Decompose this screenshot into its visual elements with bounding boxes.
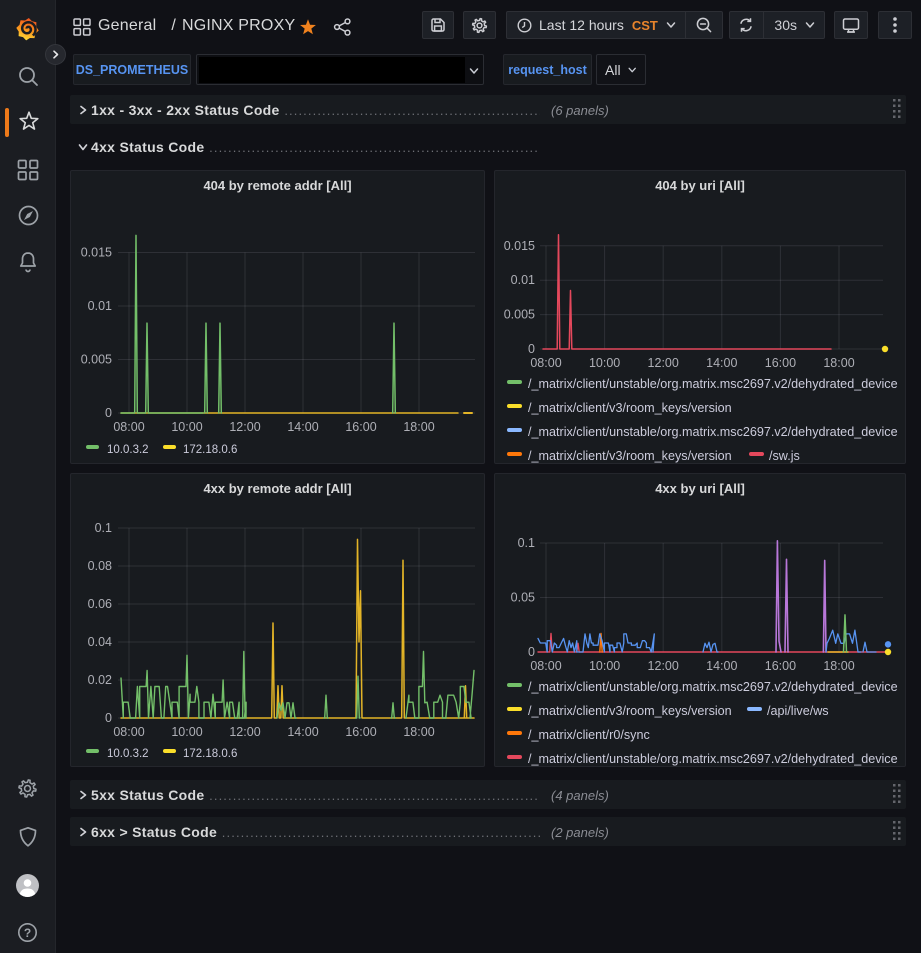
svg-text:?: ? <box>24 926 31 940</box>
svg-text:/_matrix/client/unstable/org.m: /_matrix/client/unstable/org.matrix.msc2… <box>528 752 898 766</box>
svg-text:/_matrix/client/v3/room_keys/v: /_matrix/client/v3/room_keys/version <box>528 704 732 718</box>
svg-text:18:00: 18:00 <box>403 420 434 434</box>
svg-text:08:00: 08:00 <box>530 659 561 673</box>
svg-text:08:00: 08:00 <box>113 420 144 434</box>
svg-text:10:00: 10:00 <box>171 420 202 434</box>
svg-text:18:00: 18:00 <box>823 659 854 673</box>
svg-text:0.01: 0.01 <box>88 299 112 313</box>
svg-text:/_matrix/client/unstable/org.m: /_matrix/client/unstable/org.matrix.msc2… <box>528 680 898 694</box>
svg-text:0.1: 0.1 <box>95 521 112 535</box>
svg-text:08:00: 08:00 <box>530 356 561 370</box>
svg-text:16:00: 16:00 <box>765 356 796 370</box>
svg-text:10:00: 10:00 <box>171 725 202 739</box>
svg-text:/_matrix/client/unstable/org.m: /_matrix/client/unstable/org.matrix.msc2… <box>528 377 898 391</box>
svg-text:0: 0 <box>105 406 112 420</box>
svg-text:0: 0 <box>105 711 112 725</box>
svg-text:10.0.3.2: 10.0.3.2 <box>107 444 149 456</box>
svg-text:10.0.3.2: 10.0.3.2 <box>107 748 149 760</box>
svg-text:18:00: 18:00 <box>403 725 434 739</box>
svg-text:12:00: 12:00 <box>648 356 679 370</box>
svg-text:172.18.0.6: 172.18.0.6 <box>183 444 237 456</box>
svg-text:/_matrix/client/v3/room_keys/v: /_matrix/client/v3/room_keys/version <box>528 401 732 415</box>
svg-text:14:00: 14:00 <box>287 420 318 434</box>
svg-text:0.005: 0.005 <box>81 353 112 367</box>
svg-text:0.01: 0.01 <box>511 273 535 287</box>
svg-text:18:00: 18:00 <box>823 356 854 370</box>
svg-text:/_matrix/client/r0/sync: /_matrix/client/r0/sync <box>528 728 650 742</box>
svg-text:10:00: 10:00 <box>589 659 620 673</box>
svg-text:0.04: 0.04 <box>88 635 112 649</box>
svg-text:172.18.0.6: 172.18.0.6 <box>183 748 237 760</box>
svg-text:12:00: 12:00 <box>648 659 679 673</box>
svg-text:/_matrix/client/v3/room_keys/v: /_matrix/client/v3/room_keys/version <box>528 449 732 463</box>
svg-text:/api/live/ws: /api/live/ws <box>767 704 829 718</box>
svg-text:10:00: 10:00 <box>589 356 620 370</box>
svg-text:12:00: 12:00 <box>229 420 260 434</box>
svg-text:14:00: 14:00 <box>706 356 737 370</box>
svg-text:0.015: 0.015 <box>81 246 112 260</box>
svg-text:0.02: 0.02 <box>88 673 112 687</box>
svg-text:16:00: 16:00 <box>345 725 376 739</box>
svg-text:08:00: 08:00 <box>113 725 144 739</box>
svg-text:14:00: 14:00 <box>287 725 318 739</box>
svg-text:0.06: 0.06 <box>88 597 112 611</box>
svg-text:12:00: 12:00 <box>229 725 260 739</box>
svg-text:0.05: 0.05 <box>511 591 535 605</box>
svg-text:0: 0 <box>528 645 535 659</box>
svg-text:0.1: 0.1 <box>518 536 535 550</box>
svg-text:0: 0 <box>528 342 535 356</box>
svg-text:14:00: 14:00 <box>706 659 737 673</box>
svg-text:0.08: 0.08 <box>88 559 112 573</box>
svg-text:16:00: 16:00 <box>345 420 376 434</box>
svg-text:0.015: 0.015 <box>504 239 535 253</box>
svg-text:/sw.js: /sw.js <box>769 449 800 463</box>
svg-text:/_matrix/client/unstable/org.m: /_matrix/client/unstable/org.matrix.msc2… <box>528 425 898 439</box>
svg-text:0.005: 0.005 <box>504 308 535 322</box>
svg-text:16:00: 16:00 <box>765 659 796 673</box>
